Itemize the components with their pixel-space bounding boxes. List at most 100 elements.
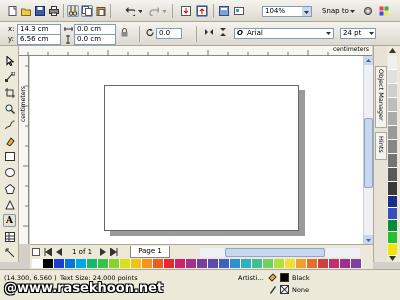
undo-dropdown-icon[interactable] — [137, 5, 143, 17]
print-icon[interactable] — [48, 5, 60, 17]
palette-swatch[interactable] — [388, 232, 397, 244]
text-tool-icon[interactable]: A — [3, 214, 16, 227]
snap-to-button[interactable]: Snap to — [322, 7, 349, 16]
palette-swatch[interactable] — [388, 154, 397, 168]
height-field[interactable]: 0.0 cm — [74, 34, 116, 45]
palette-swatch[interactable] — [388, 70, 397, 84]
zoom-tool-icon[interactable] — [3, 102, 16, 115]
palette-swatch[interactable] — [76, 259, 87, 268]
import-icon[interactable] — [180, 5, 192, 17]
palette-swatch[interactable] — [98, 259, 109, 268]
font-dropdown-icon[interactable] — [326, 31, 331, 35]
palette-swatch[interactable] — [274, 259, 285, 268]
palette-swatch[interactable] — [142, 259, 153, 268]
palette-swatch[interactable] — [186, 259, 197, 268]
pick-tool-icon[interactable] — [3, 54, 16, 67]
palette-swatch[interactable] — [175, 259, 186, 268]
palette-swatch[interactable] — [65, 259, 76, 268]
palette-swatch[interactable] — [54, 259, 65, 268]
palette-swatch[interactable] — [329, 259, 340, 268]
palette-swatch[interactable] — [252, 259, 263, 268]
redo-dropdown-icon[interactable] — [161, 5, 167, 17]
snap-to-dropdown-icon[interactable] — [350, 9, 355, 13]
docker-tab-hints[interactable]: Hints — [375, 132, 387, 160]
palette-swatch[interactable] — [388, 112, 397, 126]
polygon-tool-icon[interactable] — [3, 182, 16, 195]
scroll-up-arrow-icon[interactable] — [364, 56, 373, 65]
application-launcher-icon[interactable] — [218, 5, 230, 17]
palette-swatch[interactable] — [388, 220, 397, 232]
outline-none-swatch[interactable] — [280, 285, 289, 294]
palette-swatch[interactable] — [388, 84, 397, 98]
palette-scroll-up-icon[interactable] — [389, 48, 396, 53]
paste-icon[interactable] — [95, 5, 107, 17]
horizontal-scrollbar[interactable] — [200, 248, 360, 257]
fill-color-swatch[interactable] — [280, 273, 289, 282]
mirror-horizontal-icon[interactable] — [204, 27, 214, 37]
palette-swatch[interactable] — [208, 259, 219, 268]
palette-swatch[interactable] — [32, 259, 43, 268]
basic-shapes-tool-icon[interactable] — [3, 198, 16, 211]
palette-swatch[interactable] — [43, 259, 54, 268]
y-position-field[interactable]: 6.56 cm — [17, 34, 61, 45]
vertical-ruler[interactable]: centimeters — [19, 56, 29, 244]
vertical-scroll-thumb[interactable] — [364, 118, 373, 188]
horizontal-ruler[interactable]: centimeters — [18, 46, 372, 56]
palette-swatch[interactable] — [197, 259, 208, 268]
palette-swatch[interactable] — [307, 259, 318, 268]
undo-icon[interactable] — [124, 5, 136, 17]
palette-swatch[interactable] — [241, 259, 252, 268]
zoom-dropdown-icon[interactable] — [302, 7, 311, 16]
redo-icon[interactable] — [148, 5, 160, 17]
color-styles-icon[interactable] — [378, 5, 390, 17]
crop-tool-icon[interactable] — [3, 86, 16, 99]
palette-swatch[interactable] — [296, 259, 307, 268]
font-list-select[interactable]: O Arial — [234, 28, 334, 39]
palette-scroll-down-icon[interactable] — [389, 256, 396, 261]
palette-swatch[interactable] — [87, 259, 98, 268]
palette-swatch[interactable] — [388, 98, 397, 112]
palette-swatch[interactable] — [153, 259, 164, 268]
welcome-screen-icon[interactable] — [233, 5, 245, 17]
palette-swatch[interactable] — [230, 259, 241, 268]
next-page-icon[interactable] — [100, 248, 106, 256]
previous-page-icon[interactable] — [56, 248, 62, 256]
palette-swatch[interactable] — [388, 244, 397, 256]
palette-swatch[interactable] — [219, 259, 230, 268]
palette-swatch[interactable] — [388, 208, 397, 220]
palette-swatch[interactable] — [340, 259, 351, 268]
save-icon[interactable] — [34, 5, 46, 17]
palette-swatch[interactable] — [388, 168, 397, 182]
palette-swatch[interactable] — [109, 259, 120, 268]
rectangle-tool-icon[interactable] — [3, 150, 16, 163]
options-icon[interactable] — [362, 5, 374, 17]
palette-swatch[interactable] — [388, 140, 397, 154]
dimension-tool-icon[interactable] — [3, 246, 16, 259]
palette-swatch[interactable] — [285, 259, 296, 268]
drawing-page[interactable] — [104, 85, 299, 231]
freehand-tool-icon[interactable] — [3, 118, 16, 131]
table-tool-icon[interactable] — [3, 230, 16, 243]
palette-swatch[interactable] — [388, 56, 397, 70]
shape-tool-icon[interactable] — [3, 70, 16, 83]
vertical-scrollbar[interactable] — [363, 56, 373, 244]
palette-swatch[interactable] — [388, 196, 397, 208]
palette-swatch[interactable] — [388, 126, 397, 140]
palette-swatch[interactable] — [351, 259, 362, 268]
palette-swatch[interactable] — [164, 259, 175, 268]
palette-swatch[interactable] — [318, 259, 329, 268]
ellipse-tool-icon[interactable] — [3, 166, 16, 179]
first-page-icon[interactable] — [44, 248, 52, 256]
copy-icon[interactable] — [81, 5, 93, 17]
page-tab[interactable]: Page 1 — [130, 246, 170, 258]
drawing-canvas[interactable] — [30, 56, 363, 244]
smart-fill-tool-icon[interactable] — [3, 134, 16, 147]
lock-ratio-icon[interactable] — [121, 28, 128, 37]
palette-swatch[interactable] — [120, 259, 131, 268]
open-folder-icon[interactable] — [20, 5, 32, 17]
horizontal-scroll-thumb[interactable] — [225, 248, 325, 257]
palette-swatch[interactable] — [388, 182, 397, 196]
palette-swatch[interactable] — [263, 259, 274, 268]
export-icon[interactable] — [196, 5, 208, 17]
scroll-down-arrow-icon[interactable] — [364, 235, 373, 244]
